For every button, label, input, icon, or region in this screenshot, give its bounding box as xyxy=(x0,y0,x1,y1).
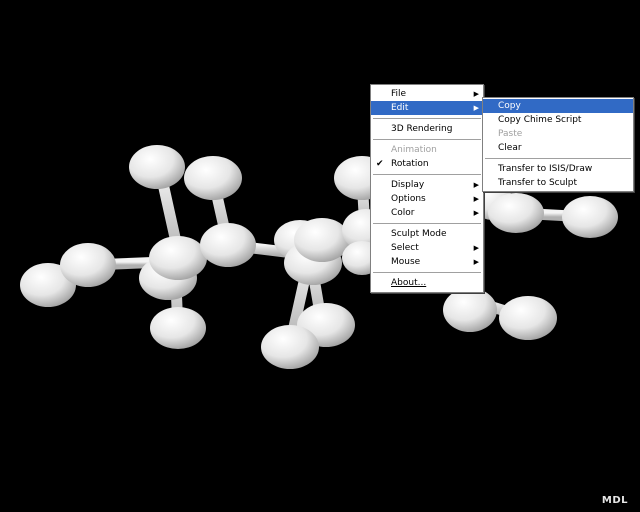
atom xyxy=(261,325,319,369)
menu-separator xyxy=(485,158,631,159)
menu-item-color[interactable]: Color ▶ xyxy=(371,206,483,220)
menu-separator xyxy=(373,118,481,119)
menu-item-file[interactable]: File ▶ xyxy=(371,87,483,101)
menu-item-label: Clear xyxy=(498,143,522,153)
menu-item-label: About... xyxy=(391,278,427,288)
submenu-arrow-icon: ▶ xyxy=(473,209,479,217)
menu-item-label: Mouse xyxy=(391,257,421,267)
menu-item-label: Display xyxy=(391,180,425,190)
menu-item-mouse[interactable]: Mouse ▶ xyxy=(371,255,483,269)
molecule-viewer[interactable] xyxy=(0,0,640,512)
menu-item-options[interactable]: Options ▶ xyxy=(371,192,483,206)
atom xyxy=(200,223,256,267)
menu-separator xyxy=(373,139,481,140)
atom xyxy=(149,236,207,280)
context-menu: File ▶ Edit ▶ 3D Rendering Animation ✔ Rota… xyxy=(370,84,484,293)
menu-separator xyxy=(373,174,481,175)
atom xyxy=(184,156,242,200)
menu-separator xyxy=(373,272,481,273)
atom xyxy=(562,196,618,238)
atom xyxy=(488,193,544,233)
menu-item-label: Sculpt Mode xyxy=(391,229,447,239)
menu-item-label: Animation xyxy=(391,145,437,155)
menu-item-3d-rendering[interactable]: 3D Rendering xyxy=(371,122,483,136)
mdl-logo: MDL xyxy=(601,495,628,506)
menu-item-label: Rotation xyxy=(391,159,429,169)
menu-item-label: Color xyxy=(391,208,415,218)
menu-item-copy[interactable]: Copy xyxy=(483,99,633,113)
atom xyxy=(294,218,350,262)
menu-item-animation: Animation xyxy=(371,143,483,157)
menu-item-display[interactable]: Display ▶ xyxy=(371,178,483,192)
menu-item-label: Options xyxy=(391,194,426,204)
menu-item-edit[interactable]: Edit ▶ xyxy=(371,101,483,115)
submenu-arrow-icon: ▶ xyxy=(473,244,479,252)
menu-item-label: Transfer to ISIS/Draw xyxy=(498,164,593,174)
submenu-arrow-icon: ▶ xyxy=(473,258,479,266)
menu-item-label: Copy Chime Script xyxy=(498,115,582,125)
atom xyxy=(129,145,185,189)
menu-item-label: Edit xyxy=(391,103,409,113)
menu-item-select[interactable]: Select ▶ xyxy=(371,241,483,255)
atom xyxy=(150,307,206,349)
checkmark-icon: ✔ xyxy=(376,159,384,169)
submenu-arrow-icon: ▶ xyxy=(473,195,479,203)
menu-item-label: Transfer to Sculpt xyxy=(498,178,578,188)
atom xyxy=(499,296,557,340)
menu-item-clear[interactable]: Clear xyxy=(483,141,633,155)
menu-item-transfer-isis-draw[interactable]: Transfer to ISIS/Draw xyxy=(483,162,633,176)
menu-separator xyxy=(373,223,481,224)
edit-submenu: Copy Copy Chime Script Paste Clear Trans… xyxy=(482,97,634,192)
menu-item-label: Copy xyxy=(498,101,521,111)
menu-item-about[interactable]: About... xyxy=(371,276,483,290)
atom xyxy=(60,243,116,287)
menu-item-label: Select xyxy=(391,243,419,253)
submenu-arrow-icon: ▶ xyxy=(473,90,479,98)
menu-item-rotation[interactable]: ✔ Rotation xyxy=(371,157,483,171)
submenu-arrow-icon: ▶ xyxy=(473,104,479,112)
menu-item-transfer-sculpt[interactable]: Transfer to Sculpt xyxy=(483,176,633,190)
submenu-arrow-icon: ▶ xyxy=(473,181,479,189)
menu-item-label: Paste xyxy=(498,129,523,139)
menu-item-copy-chime-script[interactable]: Copy Chime Script xyxy=(483,113,633,127)
atom xyxy=(443,288,497,332)
menu-item-paste: Paste xyxy=(483,127,633,141)
menu-item-label: 3D Rendering xyxy=(391,124,453,134)
menu-item-label: File xyxy=(391,89,407,99)
menu-item-sculpt-mode[interactable]: Sculpt Mode xyxy=(371,227,483,241)
